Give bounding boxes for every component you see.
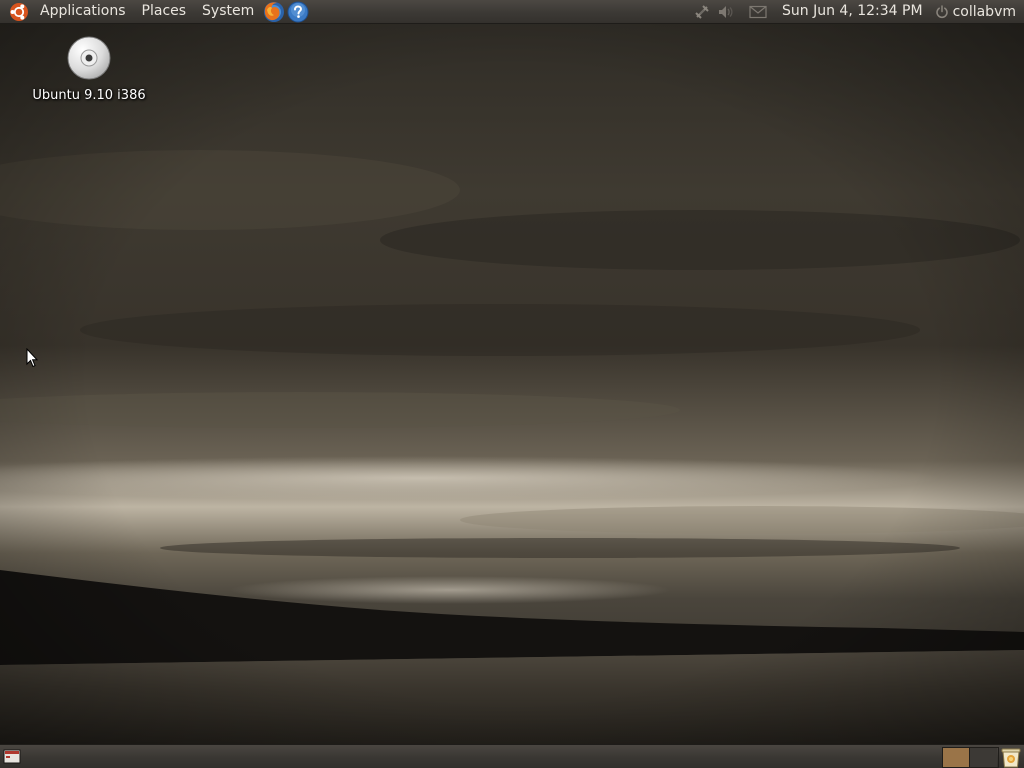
top-panel-right: Sun Jun 4, 12:34 PM collabvm bbox=[690, 0, 1024, 24]
network-icon[interactable] bbox=[690, 0, 714, 24]
applications-menu[interactable]: Applications bbox=[32, 0, 134, 24]
firefox-icon[interactable] bbox=[262, 0, 286, 24]
places-menu[interactable]: Places bbox=[134, 0, 195, 24]
volume-icon[interactable] bbox=[714, 0, 738, 24]
desktop-wallpaper[interactable] bbox=[0, 0, 1024, 768]
user-menu[interactable]: collabvm bbox=[933, 0, 1024, 24]
mail-icon[interactable] bbox=[746, 0, 770, 24]
ubuntu-logo-icon[interactable] bbox=[6, 0, 32, 24]
desktop-icon-cd[interactable]: Ubuntu 9.10 i386 bbox=[26, 36, 152, 103]
top-panel: Applications Places System Sun Jun 4, 12… bbox=[0, 0, 1024, 24]
help-icon[interactable] bbox=[286, 0, 310, 24]
clock[interactable]: Sun Jun 4, 12:34 PM bbox=[770, 0, 933, 24]
workspace-1[interactable] bbox=[943, 748, 970, 767]
system-menu[interactable]: System bbox=[194, 0, 262, 24]
power-icon[interactable] bbox=[933, 0, 951, 24]
cd-icon[interactable] bbox=[67, 36, 111, 84]
workspace-2[interactable] bbox=[970, 748, 997, 767]
workspace-switcher bbox=[942, 747, 999, 768]
mouse-pointer-icon bbox=[26, 347, 39, 368]
show-desktop-button[interactable] bbox=[3, 748, 21, 765]
desktop-icon-label: Ubuntu 9.10 i386 bbox=[32, 88, 146, 103]
username: collabvm bbox=[952, 3, 1016, 20]
trash-icon[interactable] bbox=[1000, 746, 1022, 768]
desktop-screen: Applications Places System Sun Jun 4, 12… bbox=[0, 0, 1024, 768]
bottom-panel bbox=[0, 744, 1024, 768]
